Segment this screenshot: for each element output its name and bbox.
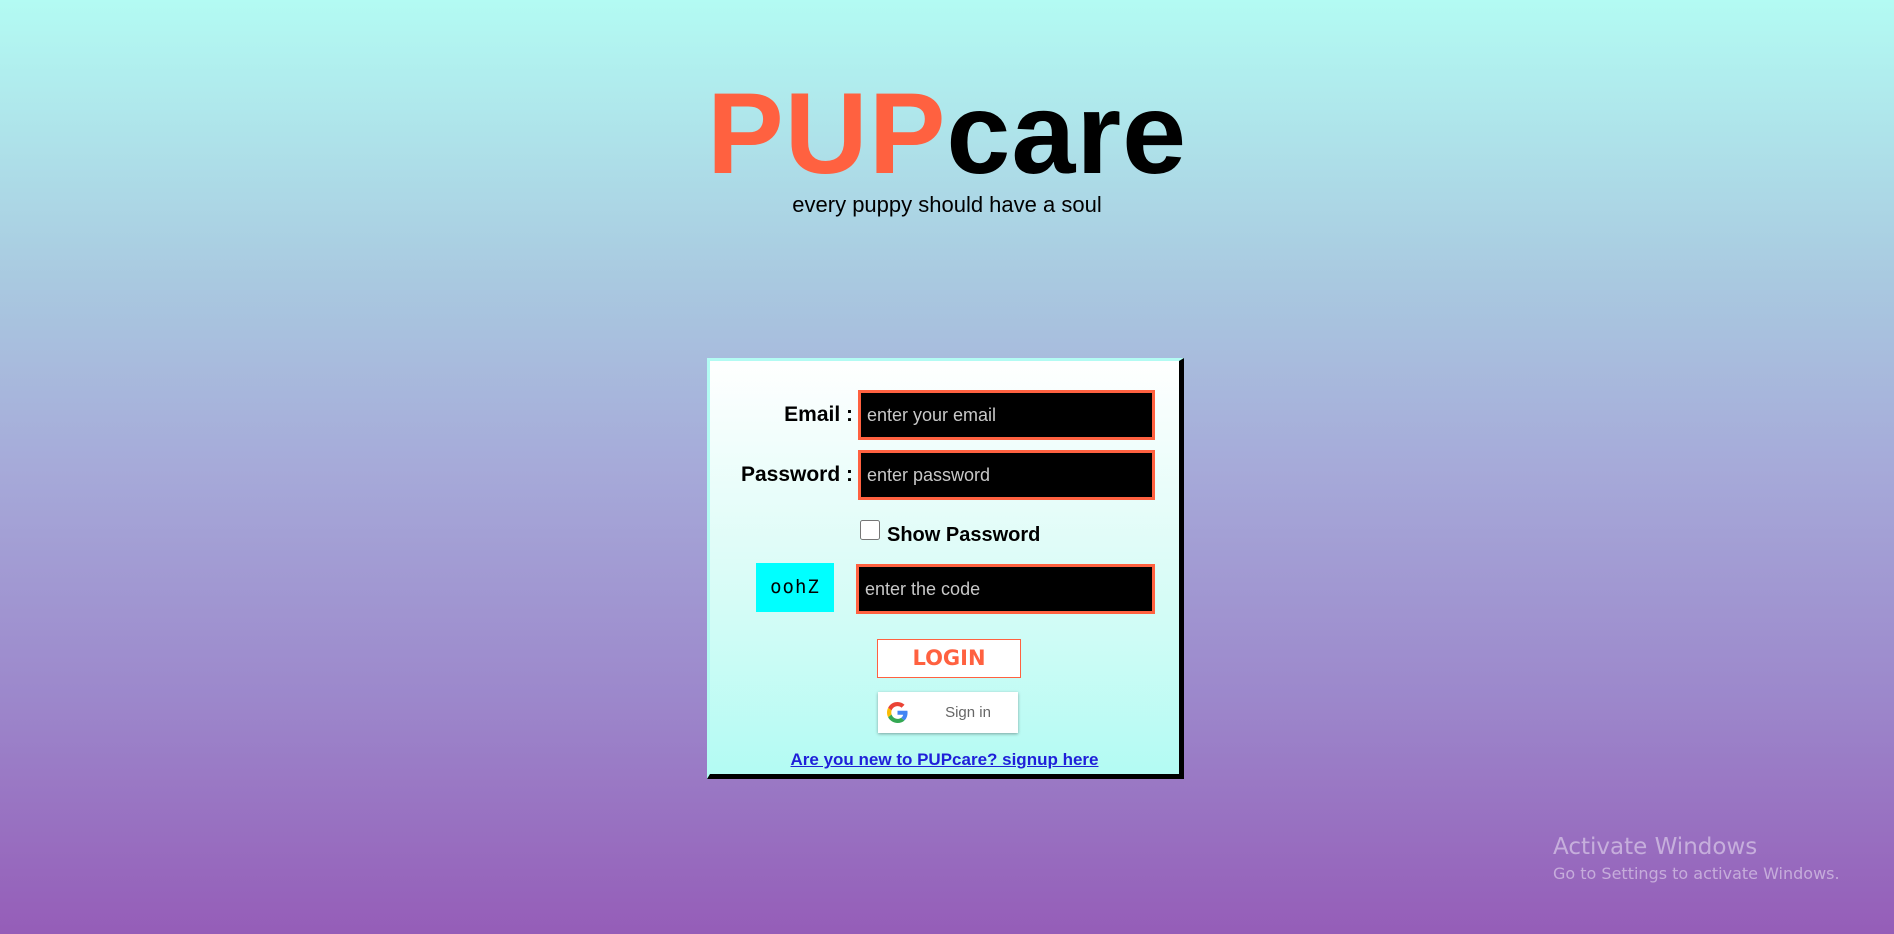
email-input[interactable]	[858, 390, 1155, 440]
password-label: Password :	[740, 463, 853, 486]
login-button[interactable]: LOGIN	[877, 639, 1021, 678]
captcha-input[interactable]	[856, 564, 1155, 614]
google-signin-button[interactable]: Sign in	[878, 692, 1018, 733]
email-label: Email :	[784, 403, 853, 426]
logo: PUPcare	[0, 70, 1894, 198]
tagline: every puppy should have a soul	[792, 192, 1102, 217]
show-password-label[interactable]: Show Password	[887, 524, 1040, 547]
watermark-title: Activate Windows	[1553, 834, 1758, 860]
signup-link[interactable]: Are you new to PUPcare? signup here	[710, 750, 1179, 770]
logo-pup: PUP	[706, 70, 947, 198]
activate-windows-watermark: Activate Windows Go to Settings to activ…	[1553, 834, 1840, 883]
show-password-checkbox[interactable]	[860, 520, 880, 540]
google-signin-label: Sign in	[945, 704, 991, 721]
captcha-code: oohZ	[756, 563, 834, 612]
login-form: Email : Password : Show Password oohZ LO…	[707, 358, 1184, 779]
password-input[interactable]	[858, 450, 1155, 500]
header: PUPcare every puppy should have a soul	[0, 70, 1894, 218]
logo-care: care	[946, 70, 1188, 198]
watermark-subtitle: Go to Settings to activate Windows.	[1553, 864, 1840, 883]
google-g-icon	[887, 702, 908, 723]
